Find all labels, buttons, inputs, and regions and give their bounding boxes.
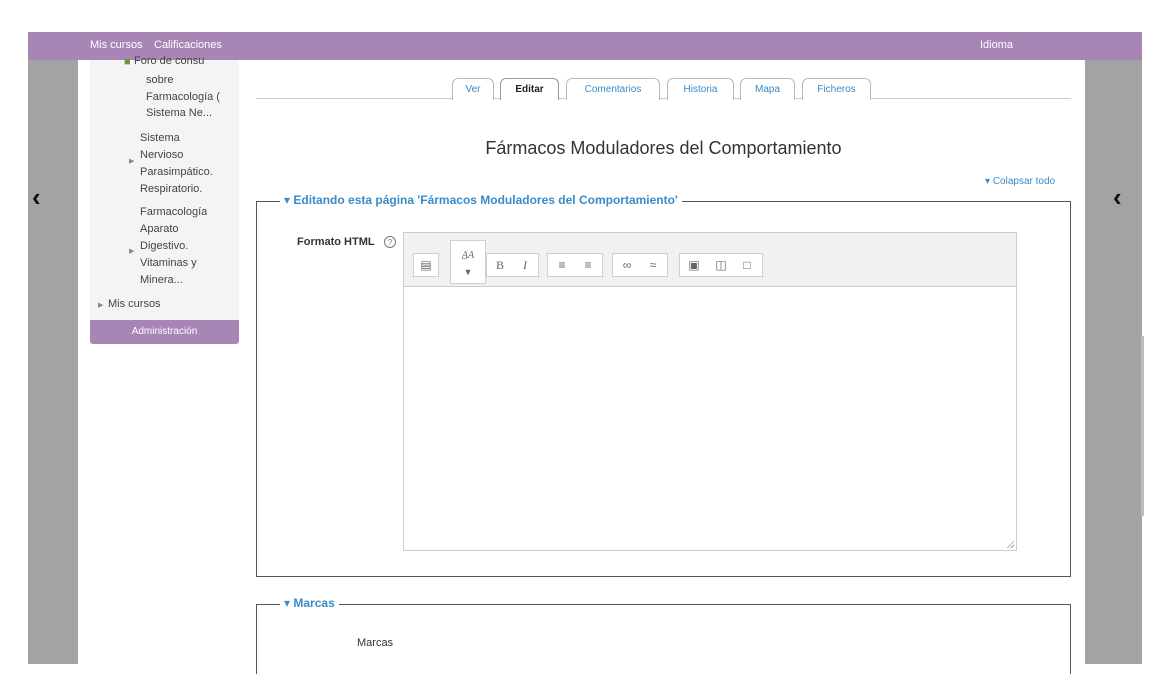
triangle-down-icon: ▾ — [284, 596, 291, 610]
collapse-all-link[interactable]: ▾ Colapsar todo — [985, 176, 1055, 187]
expand-triangle-icon[interactable]: ▶ — [98, 301, 103, 309]
tab-mapa[interactable]: Mapa — [740, 78, 795, 100]
toolbar-group-lists: ≡ ≡ — [547, 253, 603, 277]
tab-comentarios[interactable]: Comentarios — [566, 78, 660, 100]
toolbar-group-collapse: ▤ — [413, 253, 439, 277]
sidebar-item-forum-line[interactable]: Farmacología ( — [146, 91, 238, 103]
forum-icon: ■ — [124, 56, 131, 68]
chevron-left-icon-right[interactable]: ‹ — [1113, 184, 1122, 210]
triangle-down-icon: ▾ — [985, 176, 991, 187]
sidebar-item-forum[interactable]: Foro de consu — [134, 55, 238, 67]
link-icon[interactable]: ∞ — [616, 254, 638, 276]
chevron-down-icon[interactable]: ▼ — [457, 261, 479, 283]
sidebar-item-parasympathetic-line[interactable]: Parasimpático. — [140, 166, 213, 178]
tab-historia[interactable]: Historia — [667, 78, 734, 100]
tags-section-legend[interactable]: ▾ Marcas — [280, 596, 339, 610]
sidebar-item-forum-line[interactable]: sobre — [146, 74, 174, 86]
collapse-all-label: Colapsar todo — [992, 176, 1056, 187]
administration-block-header[interactable]: Administración — [90, 320, 239, 344]
image-icon[interactable]: ▣ — [683, 254, 705, 276]
sidebar-item-digestive-line[interactable]: Vitaminas y — [140, 257, 197, 269]
nav-grades[interactable]: Calificaciones — [154, 39, 222, 51]
bold-icon[interactable]: B — [489, 254, 511, 276]
sidebar-my-courses[interactable]: Mis cursos — [108, 298, 161, 310]
edit-section-legend-text: Editando esta página 'Fármacos Modulador… — [293, 193, 678, 207]
sidebar-item-parasympathetic-line[interactable]: Respiratorio. — [140, 183, 202, 195]
tab-ficheros[interactable]: Ficheros — [802, 78, 871, 100]
unordered-list-icon[interactable]: ≡ — [551, 254, 573, 276]
expand-triangle-icon[interactable]: ▶ — [129, 247, 134, 255]
collapse-icon[interactable]: ▤ — [415, 254, 437, 276]
moodle-wiki-edit-page: Mis cursos Calificaciones Idioma ‹ ‹ ■ F… — [0, 0, 1153, 674]
nav-my-courses[interactable]: Mis cursos — [90, 39, 143, 51]
right-gutter — [1085, 60, 1142, 664]
format-html-label: Formato HTML — [297, 236, 375, 248]
chevron-left-icon[interactable]: ‹ — [32, 184, 41, 210]
tab-editar[interactable]: Editar — [500, 78, 559, 100]
tab-ver[interactable]: Ver — [452, 78, 494, 100]
manage-files-icon[interactable]: □ — [736, 254, 758, 276]
help-icon[interactable]: ? — [384, 236, 396, 248]
toolbar-group-text: B I — [486, 253, 539, 277]
navigation-sidebar: ■ Foro de consu sobre Farmacología ( Sis… — [90, 55, 239, 344]
html-editor-textarea[interactable] — [403, 287, 1017, 551]
page-title: Fármacos Moduladores del Comportamiento — [485, 138, 842, 158]
editor-toolbar: ▤ A̲A ▼ B I ≡ ≡ ∞ ≈ ▣ ◫ □ — [403, 232, 1017, 287]
sidebar-item-digestive-line[interactable]: Minera... — [140, 274, 183, 286]
tags-section-legend-text: Marcas — [293, 596, 335, 610]
triangle-down-icon: ▾ — [284, 193, 291, 207]
media-icon[interactable]: ◫ — [710, 254, 732, 276]
nav-language[interactable]: Idioma — [980, 39, 1013, 51]
sidebar-item-parasympathetic-line[interactable]: Nervioso — [140, 149, 183, 161]
toolbar-group-links: ∞ ≈ — [612, 253, 668, 277]
ordered-list-icon[interactable]: ≡ — [577, 254, 599, 276]
sidebar-item-digestive-line[interactable]: Digestivo. — [140, 240, 188, 252]
edit-section-legend[interactable]: ▾ Editando esta página 'Fármacos Modulad… — [280, 193, 682, 207]
toolbar-group-media: ▣ ◫ □ — [679, 253, 763, 277]
sidebar-item-digestive[interactable]: Farmacología — [140, 206, 207, 218]
tags-field-label: Marcas — [357, 637, 394, 649]
toolbar-group-style: A̲A ▼ — [450, 240, 486, 284]
sidebar-item-digestive-line[interactable]: Aparato — [140, 223, 179, 235]
sidebar-item-forum-line[interactable]: Sistema Ne... — [146, 107, 212, 119]
expand-triangle-icon[interactable]: ▶ — [129, 157, 134, 165]
tabs-baseline — [256, 98, 1071, 99]
scrollbar-thumb[interactable] — [1141, 336, 1144, 516]
italic-icon[interactable]: I — [514, 254, 536, 276]
sidebar-item-parasympathetic[interactable]: Sistema — [140, 132, 180, 144]
unlink-icon[interactable]: ≈ — [642, 254, 664, 276]
resize-grip-icon[interactable] — [1006, 540, 1014, 548]
left-gutter — [28, 60, 78, 664]
